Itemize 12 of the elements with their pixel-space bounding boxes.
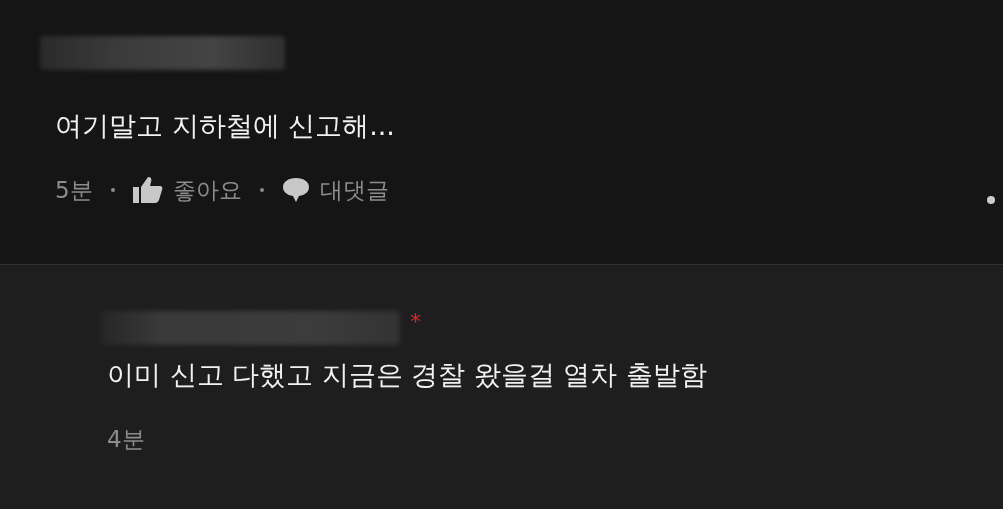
comment-text: 이미 신고 다했고 지금은 경찰 왔을걸 열차 출발함 [107,358,709,392]
thumbs-up-icon [132,177,163,203]
comment-text: 여기말고 지하철에 신고해... [55,109,396,143]
timestamp: 5분 [55,175,93,205]
speech-bubble-icon [281,177,310,203]
separator-dot-icon [259,188,264,192]
author-mark: * [410,311,421,333]
timestamp: 4분 [107,424,145,454]
reply-button[interactable]: 대댓글 [281,174,389,206]
like-button[interactable]: 좋아요 [132,174,242,206]
dot-icon[interactable] [987,196,995,204]
separator-dot-icon [110,188,115,192]
